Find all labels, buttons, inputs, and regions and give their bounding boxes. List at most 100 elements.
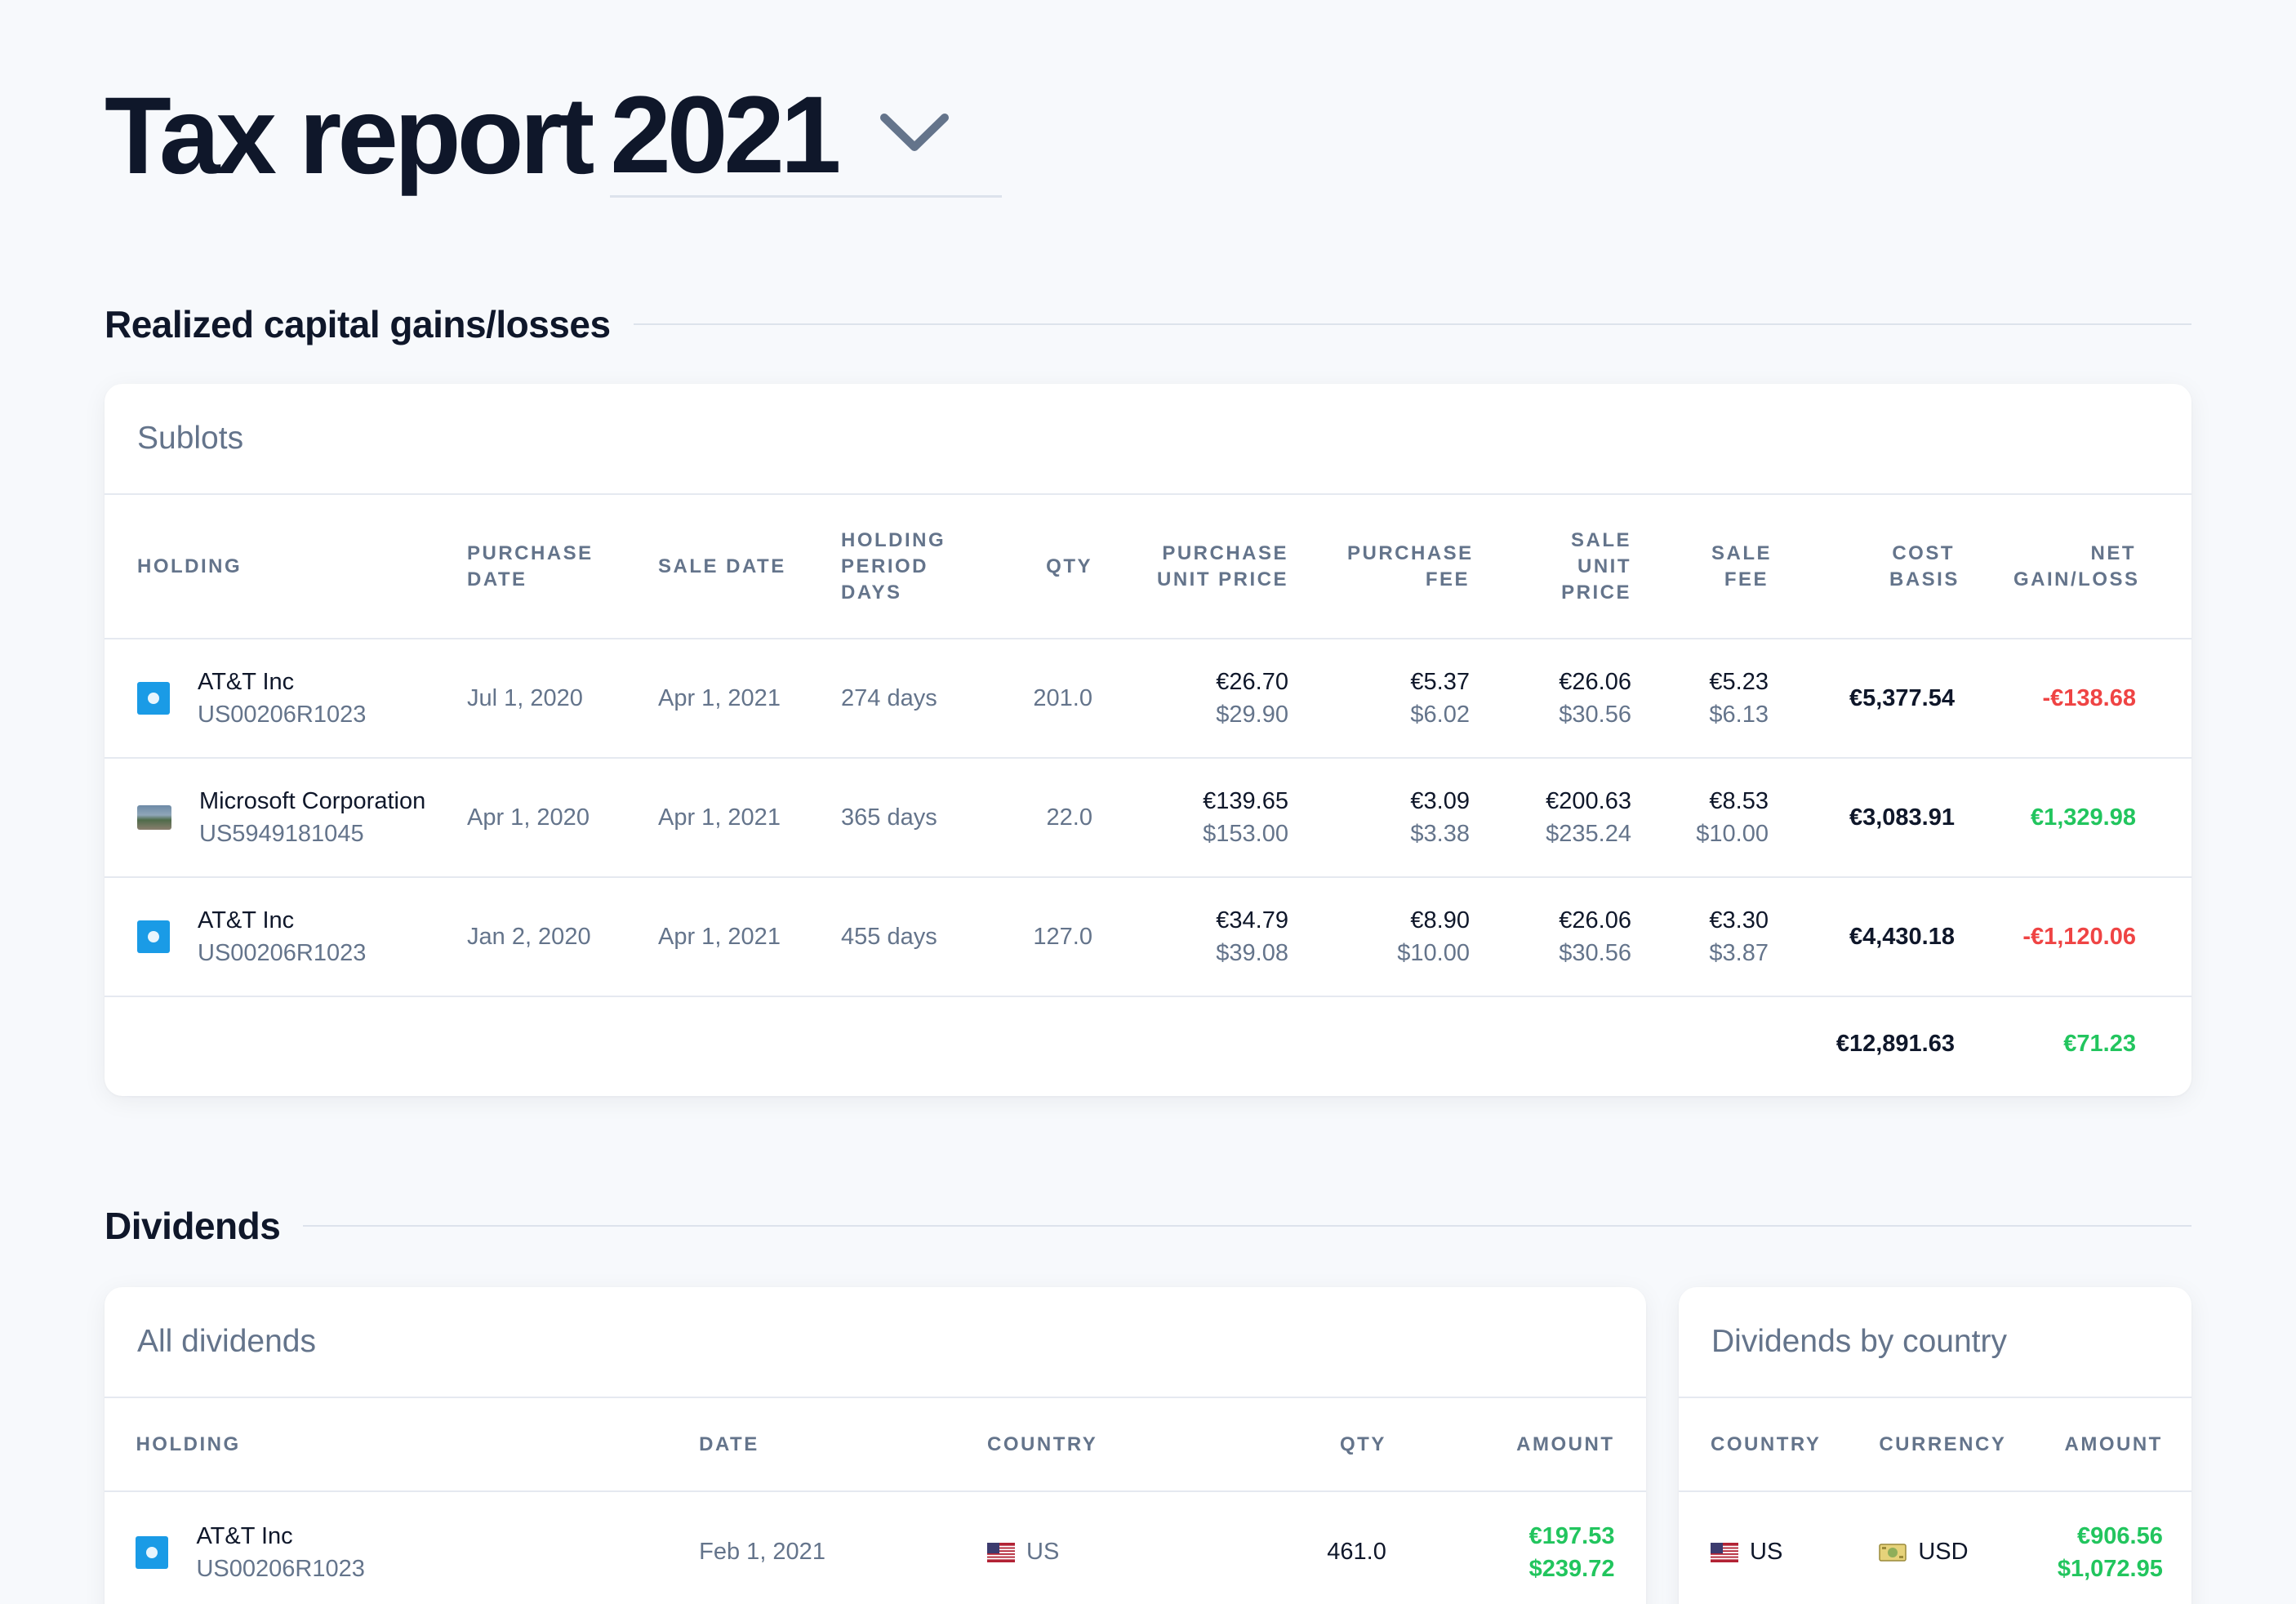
- col-purchase-fee[interactable]: PURCHASE FEE: [1288, 495, 1471, 639]
- sale-fee: €8.53 $10.00: [1631, 758, 1769, 878]
- holding-name: Microsoft Corporation: [199, 788, 426, 814]
- table-row[interactable]: AT&T Inc US00206R1023 Jan 2, 2020 Apr 1,…: [105, 877, 2191, 997]
- dividend-amount: €197.53 $239.72: [1528, 1522, 1615, 1582]
- capital-gains-heading: Realized capital gains/losses: [105, 303, 611, 345]
- att-logo-icon: [136, 1535, 169, 1569]
- dividend-date: Feb 1, 2021: [699, 1539, 825, 1565]
- col-country[interactable]: COUNTRY: [1711, 1398, 1880, 1492]
- us-flag-icon: [987, 1543, 1016, 1563]
- col-date[interactable]: DATE: [699, 1398, 988, 1492]
- table-row[interactable]: Microsoft Corporation US5949181045 Apr 1…: [105, 758, 2191, 878]
- cost-basis: €4,430.18: [1769, 877, 1955, 997]
- holding-cell: AT&T Inc US00206R1023: [137, 639, 467, 759]
- title-row: Tax report 2021: [105, 74, 1003, 198]
- net-gain-loss: -€1,120.06: [1955, 877, 2136, 997]
- currency-cell: USD: [1879, 1491, 2057, 1604]
- cost-basis: €5,377.54: [1769, 639, 1955, 759]
- col-net-gain-loss[interactable]: NET GAIN/LOSS: [1955, 495, 2138, 639]
- sale-fee: €5.23 $6.13: [1631, 639, 1769, 759]
- col-country[interactable]: COUNTRY: [987, 1398, 1212, 1492]
- total-cost-basis: €12,891.63: [1835, 1031, 1955, 1057]
- dividends-section-heading: Dividends: [105, 1204, 2191, 1248]
- holding-name: AT&T Inc: [198, 907, 295, 933]
- qty: 127.0: [985, 877, 1092, 997]
- banknote-icon: [1879, 1544, 1907, 1562]
- col-amount[interactable]: AMOUNT: [2057, 1398, 2163, 1492]
- col-holding-period[interactable]: HOLDING PERIOD DAYS: [841, 495, 985, 639]
- by-country-header-row: COUNTRY CURRENCY AMOUNT: [1679, 1398, 2191, 1492]
- country-cell: US: [1711, 1491, 1879, 1604]
- dividends-by-country-card-title: Dividends by country: [1679, 1287, 2191, 1398]
- holding-period: 274 days: [841, 639, 985, 759]
- country-amount: €906.56 $1,072.95: [2057, 1522, 2163, 1582]
- col-purchase-unit-price[interactable]: PURCHASE UNIT PRICE: [1092, 495, 1288, 639]
- capital-gains-section-heading: Realized capital gains/losses: [105, 302, 2191, 346]
- dividend-country: US: [987, 1491, 1211, 1604]
- microsoft-logo-icon: [137, 805, 171, 830]
- qty: 22.0: [985, 758, 1092, 878]
- col-sale-unit-price[interactable]: SALE UNIT PRICE: [1470, 495, 1631, 639]
- sale-unit-price: €200.63 $235.24: [1470, 758, 1631, 878]
- sale-date: Apr 1, 2021: [658, 639, 841, 759]
- total-net-gain-loss: €71.23: [2063, 1031, 2136, 1057]
- col-purchase-date[interactable]: PURCHASE DATE: [467, 495, 658, 639]
- purchase-date: Jul 1, 2020: [467, 639, 658, 759]
- table-row[interactable]: AT&T Inc US00206R1023 Jul 1, 2020 Apr 1,…: [105, 639, 2191, 759]
- purchase-fee: €3.09 $3.38: [1288, 758, 1470, 878]
- col-sale-fee[interactable]: SALE FEE: [1631, 495, 1770, 639]
- sale-date: Apr 1, 2021: [658, 877, 841, 997]
- col-sale-date[interactable]: SALE DATE: [658, 495, 841, 639]
- sale-fee: €3.30 $3.87: [1631, 877, 1769, 997]
- purchase-unit-price: €26.70 $29.90: [1092, 639, 1288, 759]
- col-currency[interactable]: CURRENCY: [1879, 1398, 2058, 1492]
- holding-name: AT&T Inc: [196, 1522, 293, 1549]
- year-select[interactable]: 2021: [610, 74, 1003, 198]
- holding-isin: US00206R1023: [196, 1555, 365, 1582]
- chevron-down-icon[interactable]: [878, 108, 951, 157]
- us-flag-icon: [1711, 1543, 1739, 1563]
- all-dividends-header-row: HOLDING DATE COUNTRY QTY AMOUNT: [105, 1398, 1646, 1492]
- holding-cell: AT&T Inc US00206R1023: [137, 877, 467, 997]
- sale-unit-price: €26.06 $30.56: [1470, 639, 1631, 759]
- sublots-table: HOLDING PURCHASE DATE SALE DATE HOLDING …: [105, 495, 2191, 1091]
- sublots-card-title: Sublots: [105, 384, 2191, 495]
- all-dividends-card: All dividends HOLDING DATE COUNTRY QTY A…: [105, 1287, 1646, 1604]
- tax-report-page: Tax report 2021 Realized capital gains/l…: [0, 0, 2296, 1604]
- col-holding[interactable]: HOLDING: [136, 1398, 700, 1492]
- purchase-date: Jan 2, 2020: [467, 877, 658, 997]
- holding-isin: US00206R1023: [198, 702, 367, 728]
- page-title: Tax report: [105, 75, 594, 197]
- purchase-unit-price: €34.79 $39.08: [1092, 877, 1288, 997]
- all-dividends-table: HOLDING DATE COUNTRY QTY AMOUNT AT&T Inc…: [105, 1398, 1646, 1604]
- holding-name: AT&T Inc: [198, 669, 295, 695]
- att-logo-icon: [137, 682, 170, 715]
- qty: 201.0: [985, 639, 1092, 759]
- purchase-fee: €5.37 $6.02: [1288, 639, 1470, 759]
- year-value: 2021: [610, 74, 841, 196]
- totals-row: €12,891.63 €71.23: [105, 996, 2191, 1091]
- col-qty[interactable]: QTY: [985, 495, 1092, 639]
- purchase-date: Apr 1, 2020: [467, 758, 658, 878]
- holding-isin: US5949181045: [199, 821, 364, 847]
- dividend-qty: 461.0: [1327, 1539, 1386, 1565]
- col-amount[interactable]: AMOUNT: [1386, 1398, 1615, 1492]
- holding-period: 455 days: [841, 877, 985, 997]
- purchase-fee: €8.90 $10.00: [1288, 877, 1470, 997]
- table-row[interactable]: US USD €906.56 $1,072.95: [1679, 1491, 2191, 1604]
- col-qty[interactable]: QTY: [1211, 1398, 1386, 1492]
- holding-isin: US00206R1023: [198, 940, 367, 966]
- table-row[interactable]: AT&T Inc US00206R1023 Feb 1, 2021 US 461…: [105, 1491, 1646, 1604]
- purchase-unit-price: €139.65 $153.00: [1092, 758, 1288, 878]
- col-cost-basis[interactable]: COST BASIS: [1769, 495, 1957, 639]
- cost-basis: €3,083.91: [1769, 758, 1955, 878]
- sublots-card: Sublots HOLDING PURCHASE DATE SALE DATE …: [105, 384, 2191, 1096]
- holding-cell: Microsoft Corporation US5949181045: [137, 758, 467, 878]
- att-logo-icon: [137, 920, 170, 953]
- sublots-header-row: HOLDING PURCHASE DATE SALE DATE HOLDING …: [105, 495, 2191, 639]
- dividends-heading: Dividends: [105, 1205, 281, 1247]
- col-holding[interactable]: HOLDING: [137, 495, 467, 639]
- holding-cell: AT&T Inc US00206R1023: [136, 1491, 699, 1604]
- dividends-by-country-card: Dividends by country COUNTRY CURRENCY AM…: [1679, 1287, 2191, 1604]
- section-divider: [303, 1225, 2191, 1227]
- all-dividends-card-title: All dividends: [105, 1287, 1646, 1398]
